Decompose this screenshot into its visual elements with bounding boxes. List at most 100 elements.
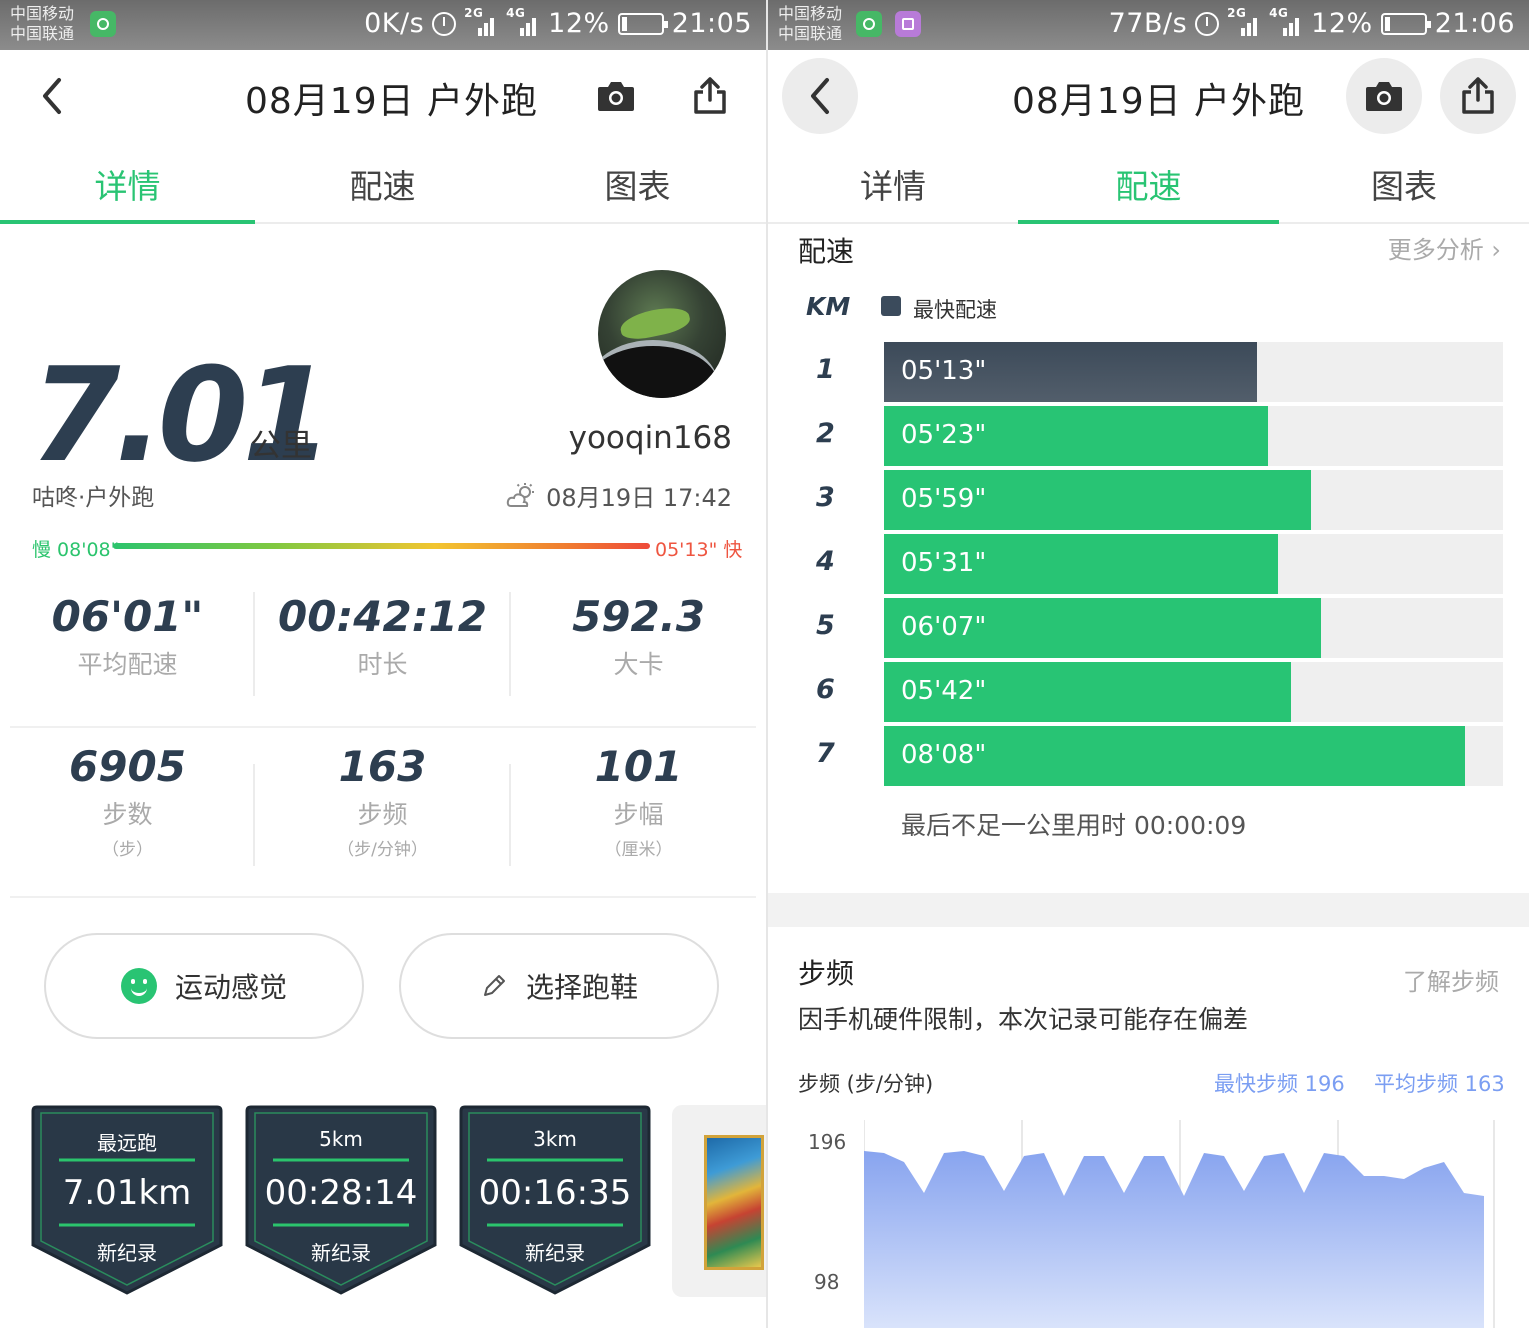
back-arrow-icon: [43, 78, 61, 114]
clock-time: 21:06: [1434, 8, 1515, 39]
cadence-disclaimer: 因手机硬件限制，本次记录可能存在偏差: [798, 1005, 1249, 1034]
signal-4g-icon: 4G: [1269, 6, 1303, 38]
pace-row: 4 05'31": [768, 534, 1529, 594]
share-icon: [694, 77, 726, 114]
medal-art: [704, 1135, 764, 1270]
pace-slow-label: 慢 08'08": [32, 539, 120, 561]
sport-feeling-button[interactable]: 运动感觉: [44, 933, 364, 1039]
carrier-label: 中国移动 中国联通: [778, 4, 843, 43]
row-divider: [10, 896, 756, 898]
km-label: 5: [816, 610, 835, 641]
battery-percent: 12%: [1311, 8, 1373, 39]
pace-row: 1 05'13": [768, 342, 1529, 402]
record-badge[interactable]: 3km 00:16:35 新纪录: [459, 1105, 651, 1295]
page-title: 08月19日 户外跑: [1012, 81, 1306, 122]
duration-stat: 00:42:12 时长: [278, 592, 487, 679]
app-notification-icon: [856, 11, 882, 37]
cadence-average: 平均步频 163: [1374, 1072, 1505, 1096]
battery-icon: [617, 12, 668, 35]
pace-value-label: 05'31": [901, 548, 987, 578]
tab-charts[interactable]: 图表: [510, 160, 765, 208]
back-button[interactable]: [782, 58, 858, 134]
calories-stat: 592.3 大卡: [572, 592, 705, 679]
km-label: 4: [816, 546, 835, 577]
camera-button[interactable]: [1346, 58, 1422, 134]
choose-shoes-button[interactable]: 选择跑鞋: [399, 933, 719, 1039]
cadence-fastest: 最快步频 196: [1214, 1072, 1345, 1096]
pace-screen: 中国移动 中国联通 77B/s 2G 4G 12% 21:06 08月19日 户…: [768, 0, 1529, 1328]
pace-row: 7 08'08": [768, 726, 1529, 786]
tab-details[interactable]: 详情: [0, 160, 255, 208]
record-badge[interactable]: 5km 00:28:14 新纪录: [245, 1105, 437, 1295]
share-button[interactable]: [1440, 58, 1516, 134]
learn-cadence-link[interactable]: 了解步频: [1403, 962, 1499, 997]
active-tab-indicator: [0, 220, 255, 224]
signal-2g-icon: 2G: [464, 6, 498, 38]
signal-4g-icon: 4G: [506, 6, 540, 38]
pace-value-label: 05'13": [901, 356, 987, 386]
pace-fast-label: 05'13" 快: [655, 539, 743, 561]
avg-pace-stat: 06'01" 平均配速: [51, 592, 204, 679]
network-speed: 77B/s: [1108, 8, 1188, 39]
cadence-axis-label: 步频 (步/分钟): [798, 1072, 934, 1096]
pace-value-label: 08'08": [901, 740, 987, 770]
page-title: 08月19日 户外跑: [245, 81, 539, 122]
section-separator: [768, 893, 1529, 927]
pace-row: 2 05'23": [768, 406, 1529, 466]
battery-percent: 12%: [548, 8, 610, 39]
status-indicators: 0K/s 2G 4G 12% 21:05: [364, 6, 752, 40]
tab-details[interactable]: 详情: [768, 160, 1018, 208]
app-header: 08月19日 户外跑: [768, 50, 1529, 140]
medal-card[interactable]: [672, 1105, 766, 1297]
smile-icon: [120, 968, 157, 1004]
status-indicators: 77B/s 2G 4G 12% 21:06: [1108, 6, 1515, 40]
camera-icon: [1366, 82, 1402, 111]
tab-charts[interactable]: 图表: [1279, 160, 1529, 208]
network-speed: 0K/s: [364, 8, 425, 39]
alarm-icon: [432, 11, 457, 36]
back-button[interactable]: [14, 58, 90, 134]
steps-stat: 6905 步数 （步）: [69, 742, 186, 860]
run-datetime: 08月19日 17:42: [506, 478, 732, 513]
clock-time: 21:05: [671, 8, 752, 39]
pace-row: 6 05'42": [768, 662, 1529, 722]
pace-gradient-bar: [113, 543, 650, 549]
app-header: 08月19日 户外跑: [0, 50, 766, 140]
pencil-icon: [483, 975, 505, 996]
pace-row: 5 06'07": [768, 598, 1529, 658]
distance-unit: 公里: [250, 428, 312, 464]
cadence-area-chart: [864, 1120, 1495, 1328]
last-segment-note: 最后不足一公里用时 00:00:09: [901, 811, 1247, 840]
camera-button[interactable]: [578, 58, 654, 134]
pace-value-label: 05'42": [901, 676, 987, 706]
active-tab-indicator: [1018, 220, 1279, 224]
avatar[interactable]: [598, 270, 726, 398]
chevron-right-icon: ›: [1483, 236, 1501, 264]
km-column-header: KM: [806, 292, 851, 321]
km-label: 1: [816, 354, 835, 385]
y-tick-label: 98: [814, 1270, 840, 1294]
tab-bar: 详情 配速 图表: [768, 140, 1529, 224]
km-label: 6: [816, 674, 835, 705]
pace-row: 3 05'59": [768, 470, 1529, 530]
km-label: 2: [816, 418, 835, 449]
pace-value-label: 05'23": [901, 420, 987, 450]
cadence-stat: 163 步频 （步/分钟）: [337, 742, 428, 860]
y-tick-label: 196: [808, 1130, 847, 1154]
tab-bar: 详情 配速 图表: [0, 140, 766, 224]
username: yooqin168: [568, 420, 732, 456]
share-icon: [1462, 77, 1494, 114]
record-badge[interactable]: 最远跑 7.01km 新纪录: [31, 1105, 223, 1295]
row-divider: [10, 726, 756, 728]
pace-section-title: 配速: [798, 235, 855, 268]
cadence-section-title: 步频: [798, 957, 855, 990]
camera-icon: [598, 82, 634, 111]
legend-swatch: [881, 296, 901, 316]
share-button[interactable]: [672, 58, 748, 134]
more-analysis-link[interactable]: 更多分析 ›: [1388, 230, 1501, 265]
tab-pace[interactable]: 配速: [1018, 160, 1279, 208]
pace-value-label: 06'07": [901, 612, 987, 642]
detail-screen: 中国移动 中国联通 0K/s 2G 4G 12% 21:05 08月19日 户外…: [0, 0, 766, 1328]
weather-icon: [506, 482, 535, 507]
tab-pace[interactable]: 配速: [255, 160, 510, 208]
